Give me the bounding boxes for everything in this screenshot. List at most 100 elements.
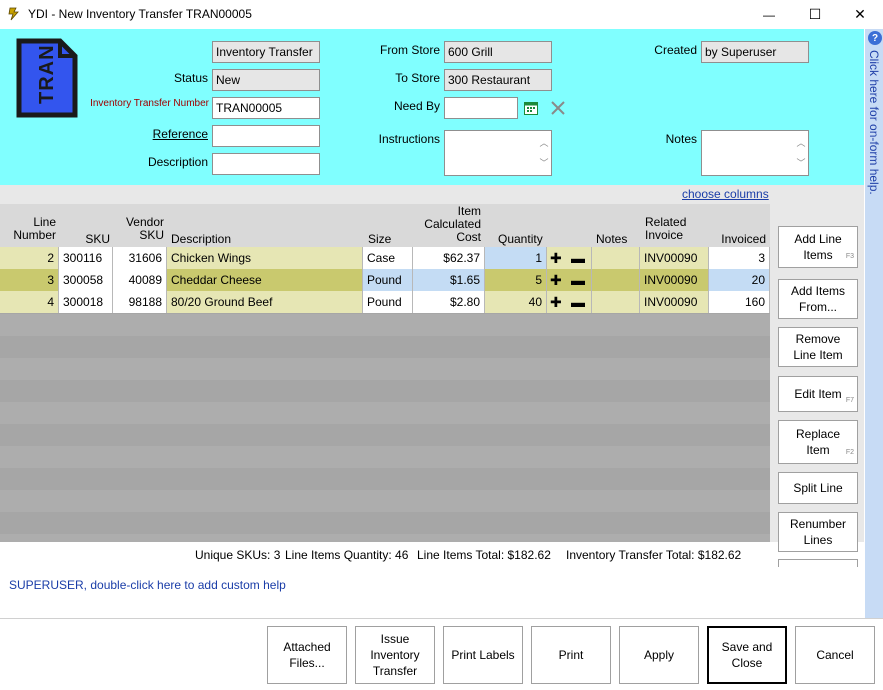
renumber-lines-button[interactable]: Renumber Lines — [778, 512, 858, 552]
issue-transfer-button[interactable]: Issue Inventory Transfer — [355, 626, 435, 684]
print-label: Print — [558, 648, 584, 662]
cell-notes — [592, 269, 640, 291]
notes-label: Notes — [665, 132, 697, 146]
cell-quantity[interactable]: 40 — [485, 291, 547, 313]
cell-quantity[interactable]: 1 — [485, 247, 547, 269]
clear-date-icon[interactable] — [550, 100, 566, 116]
col-header-vendor-sku[interactable]: Vendor SKU — [114, 216, 164, 242]
apply-button[interactable]: Apply — [619, 626, 699, 684]
cancel-button[interactable]: Cancel — [795, 626, 875, 684]
cell-notes — [592, 247, 640, 269]
instructions-input[interactable]: ︿ ﹀ — [444, 130, 552, 176]
cell-line-number: 3 — [0, 269, 59, 291]
split-line-label: Split Line — [793, 481, 843, 495]
col-header-size[interactable]: Size — [368, 233, 391, 246]
custom-help-link[interactable]: SUPERUSER, double-click here to add cust… — [9, 578, 286, 592]
description-input[interactable] — [212, 153, 320, 175]
cell-cost: $62.37 — [413, 247, 485, 269]
cell-related-invoice: INV00090 — [640, 247, 709, 269]
cancel-label: Cancel — [816, 648, 854, 662]
cell-related-invoice: INV00090 — [640, 291, 709, 313]
from-store-field[interactable]: 600 Grill — [444, 41, 552, 63]
notes-scroll[interactable]: ︿ ﹀ — [796, 133, 806, 173]
col-header-invoiced[interactable]: Invoiced — [710, 233, 766, 246]
to-store-label: To Store — [395, 71, 440, 85]
plus-icon[interactable]: ✚ — [550, 295, 562, 309]
plus-icon[interactable]: ✚ — [550, 251, 562, 265]
table-row[interactable]: 2 300116 31606 Chicken Wings Case $62.37… — [0, 247, 770, 269]
cell-size: Pound — [363, 291, 413, 313]
more-buttons-partial[interactable] — [778, 559, 858, 567]
col-header-invoice: Invoice — [645, 228, 684, 242]
reference-input[interactable] — [212, 125, 320, 147]
add-line-items-label: Add Line Items — [794, 232, 842, 262]
on-form-help-text: Click here for on-form help. — [867, 50, 881, 195]
cell-invoiced: 160 — [709, 291, 770, 313]
table-row[interactable]: 3 300058 40089 Cheddar Cheese Pound $1.6… — [0, 269, 770, 291]
edit-item-button[interactable]: Edit Item F7 — [778, 376, 858, 412]
calendar-icon[interactable] — [523, 100, 539, 116]
grid-header: Line Number SKU Vendor SKU Description S… — [0, 204, 770, 247]
cell-sku: 300058 — [59, 269, 113, 291]
cell-related-invoice: INV00090 — [640, 269, 709, 291]
cell-line-number: 2 — [0, 247, 59, 269]
notes-input[interactable]: ︿ ﹀ — [701, 130, 809, 176]
cell-description: 80/20 Ground Beef — [167, 291, 363, 313]
save-close-button[interactable]: Save and Close — [707, 626, 787, 684]
close-window-button[interactable]: ✕ — [837, 0, 883, 29]
col-header-line-number[interactable]: Line Number — [0, 216, 56, 242]
minimize-button[interactable]: — — [746, 0, 792, 29]
col-header-cost: Cost — [456, 230, 481, 244]
minus-icon[interactable]: ▬ — [571, 273, 585, 287]
transfer-total-summary: Inventory Transfer Total: $182.62 — [566, 548, 742, 562]
cell-vendor-sku: 40089 — [113, 269, 167, 291]
renumber-lines-label: Renumber Lines — [789, 517, 847, 547]
col-header-sku[interactable]: SKU — [60, 233, 110, 246]
cell-quantity[interactable]: 5 — [485, 269, 547, 291]
split-line-button[interactable]: Split Line — [778, 472, 858, 504]
transfer-type-field: Inventory Transfer — [212, 41, 320, 63]
help-icon[interactable]: ? — [868, 31, 882, 45]
window-title: YDI - New Inventory Transfer TRAN00005 — [28, 7, 252, 21]
need-by-input[interactable] — [444, 97, 518, 119]
document-type-code: TRAN — [36, 44, 58, 104]
plus-icon[interactable]: ✚ — [550, 273, 562, 287]
cell-description: Cheddar Cheese — [167, 269, 363, 291]
from-store-label: From Store — [379, 43, 440, 57]
add-line-items-hotkey: F3 — [845, 253, 854, 260]
remove-line-item-button[interactable]: Remove Line Item — [778, 327, 858, 367]
instructions-scroll[interactable]: ︿ ﹀ — [539, 133, 549, 173]
replace-item-hotkey: F2 — [845, 449, 854, 456]
print-button[interactable]: Print — [531, 626, 611, 684]
minus-icon[interactable]: ▬ — [571, 251, 585, 265]
transfer-number-field[interactable]: TRAN00005 — [212, 97, 320, 119]
col-header-related-invoice[interactable]: Related Invoice — [645, 216, 686, 242]
col-header-quantity[interactable]: Quantity — [498, 233, 543, 246]
col-header-notes[interactable]: Notes — [596, 233, 627, 246]
on-form-help-link[interactable]: Click here for on-form help. — [867, 50, 881, 200]
col-header-vendor-sku-2: SKU — [139, 228, 164, 242]
choose-columns-link[interactable]: choose columns — [682, 187, 769, 201]
cell-invoiced: 20 — [709, 269, 770, 291]
replace-item-button[interactable]: Replace Item F2 — [778, 420, 858, 464]
col-header-item-cost[interactable]: Item Calculated Cost — [413, 205, 481, 244]
print-labels-button[interactable]: Print Labels — [443, 626, 523, 684]
print-labels-label: Print Labels — [451, 648, 515, 662]
status-label: Status — [173, 71, 208, 85]
minus-icon[interactable]: ▬ — [571, 295, 585, 309]
cell-sku: 300018 — [59, 291, 113, 313]
attached-files-label: Attached Files... — [283, 640, 331, 670]
app-logo-icon — [7, 6, 23, 22]
need-by-label: Need By — [393, 99, 440, 113]
table-row[interactable]: 4 300018 98188 80/20 Ground Beef Pound $… — [0, 291, 770, 313]
maximize-icon: ☐ — [808, 6, 822, 22]
apply-label: Apply — [643, 648, 675, 662]
attached-files-button[interactable]: Attached Files... — [267, 626, 347, 684]
add-items-from-button[interactable]: Add Items From... — [778, 279, 858, 319]
add-line-items-button[interactable]: Add Line Items F3 — [778, 226, 858, 268]
col-header-description[interactable]: Description — [171, 233, 231, 246]
to-store-field[interactable]: 300 Restaurant — [444, 69, 552, 91]
cell-vendor-sku: 31606 — [113, 247, 167, 269]
cell-sku: 300116 — [59, 247, 113, 269]
maximize-button[interactable]: ☐ — [792, 0, 838, 29]
